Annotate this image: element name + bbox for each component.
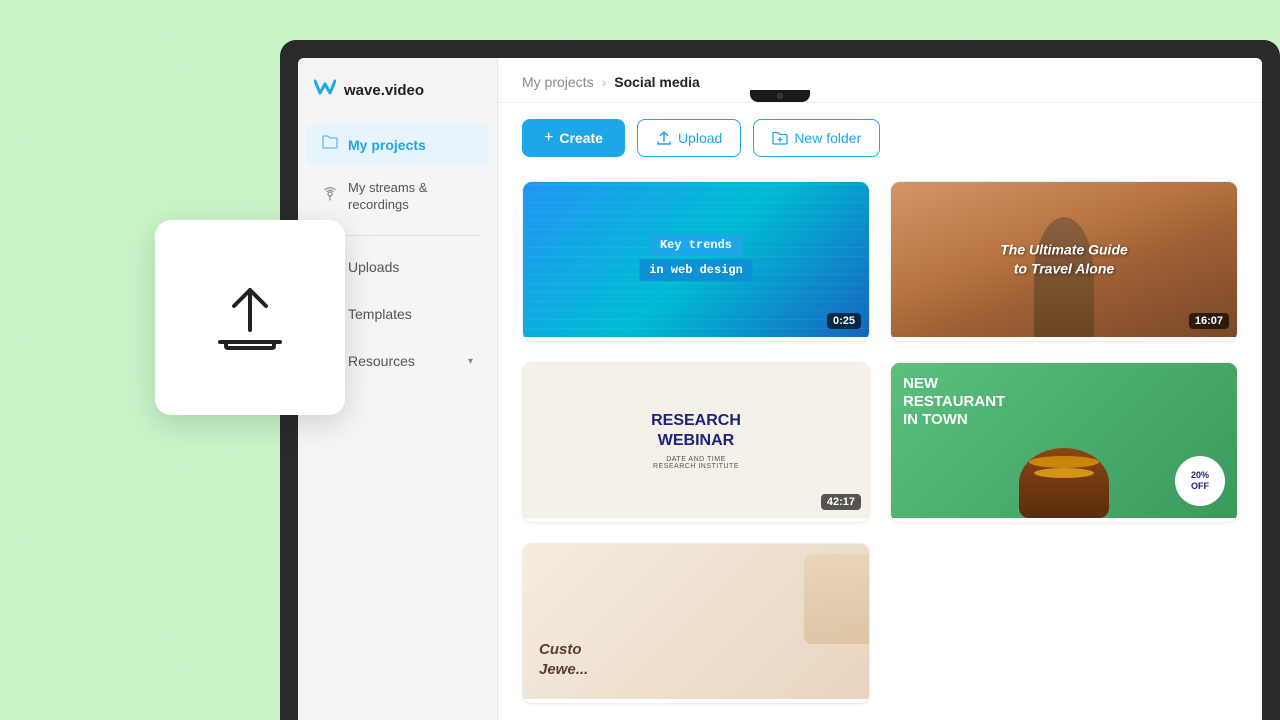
project-card-restaurant[interactable]: NEWRESTAURANTIN TOWN 20%OFF New Restaura… [890, 362, 1238, 523]
new-folder-button[interactable]: New folder [753, 119, 880, 157]
laptop-frame: wave.video My projects [280, 40, 1280, 720]
sidebar-item-resources-label: Resources [348, 353, 415, 369]
card-body-jewel: Custom Jewel... ••• [523, 699, 869, 704]
webdesign-line1: Key trends [650, 234, 742, 256]
sidebar-item-my-projects-label: My projects [348, 137, 426, 153]
restaurant-badge: 20%OFF [1175, 456, 1225, 506]
card-body-webinar: Webinar March 30 ••• [523, 518, 869, 523]
card-body-web-design: Web Design Trends. Blog post promotion P… [523, 337, 869, 342]
create-label: Create [559, 130, 603, 146]
breadcrumb-separator: › [602, 74, 607, 90]
webinar-content: RESEARCHWEBINAR DATE AND TIMERESEARCH IN… [641, 401, 751, 479]
webinar-subtitle: DATE AND TIMERESEARCH INSTITUTE [651, 456, 741, 470]
webdesign-line2: in web design [639, 259, 753, 281]
webdesign-overlay-text: Key trends in web design [610, 234, 783, 281]
breadcrumb-current: Social media [614, 74, 700, 90]
upload-icon-large [210, 278, 290, 358]
logo-text: wave.video [344, 82, 424, 99]
travel-text-overlay: The Ultimate Guideto Travel Alone [1000, 240, 1128, 279]
duration-badge-web-design: 0:25 [827, 313, 861, 329]
duration-badge-webinar: 42:17 [821, 494, 861, 510]
logo-icon [314, 78, 336, 102]
projects-grid: Key trends in web design 0:25 Web Design… [498, 173, 1262, 720]
duration-badge-travel: 16:07 [1189, 313, 1229, 329]
restaurant-text-area: NEWRESTAURANTIN TOWN [903, 375, 1005, 429]
laptop-screen: wave.video My projects [298, 58, 1262, 720]
webinar-title: RESEARCHWEBINAR [651, 411, 741, 449]
card-thumbnail-web-design: Key trends in web design 0:25 [523, 182, 869, 337]
project-card-jewel[interactable]: CustoJewe... Custom Jewel... ••• [522, 543, 870, 704]
upload-btn-icon [656, 130, 672, 146]
create-button[interactable]: + Create [522, 119, 625, 157]
card-thumbnail-webinar: RESEARCHWEBINAR DATE AND TIMERESEARCH IN… [523, 363, 869, 518]
upload-overlay [155, 220, 345, 415]
sidebar-item-my-projects[interactable]: My projects [306, 124, 489, 165]
jewel-text: CustoJewe... [539, 640, 588, 679]
new-folder-label: New folder [794, 130, 861, 146]
logo-area: wave.video [298, 58, 497, 122]
food-bowl [1019, 448, 1109, 518]
radio-icon [322, 187, 338, 206]
sidebar-item-my-streams-label: My streams & recordings [348, 180, 473, 214]
webcam [750, 90, 810, 102]
upload-label: Upload [678, 130, 722, 146]
sidebar-item-templates-label: Templates [348, 306, 412, 322]
card-body-travel: Elizabeth Williams Solo Traveller Video … [891, 337, 1237, 342]
jewel-item [804, 554, 869, 644]
sidebar-item-my-streams[interactable]: My streams & recordings [306, 169, 489, 225]
card-thumbnail-travel: The Ultimate Guideto Travel Alone 16:07 [891, 182, 1237, 337]
card-thumbnail-jewel: CustoJewe... [523, 544, 869, 699]
project-card-web-design[interactable]: Key trends in web design 0:25 Web Design… [522, 181, 870, 342]
project-card-travel[interactable]: The Ultimate Guideto Travel Alone 16:07 … [890, 181, 1238, 342]
upload-button[interactable]: Upload [637, 119, 741, 157]
toolbar: + Create Upload [498, 103, 1262, 173]
breadcrumb-parent[interactable]: My projects [522, 74, 594, 90]
sidebar-item-uploads-label: Uploads [348, 259, 399, 275]
plus-icon: + [544, 129, 553, 147]
card-thumbnail-restaurant: NEWRESTAURANTIN TOWN 20%OFF [891, 363, 1237, 518]
project-card-webinar[interactable]: RESEARCHWEBINAR DATE AND TIMERESEARCH IN… [522, 362, 870, 523]
main-content: My projects › Social media + Create Uplo… [498, 58, 1262, 720]
card-body-restaurant: New Restaurant In Town ••• [891, 518, 1237, 523]
webcam-dot [777, 93, 783, 99]
folder-plus-icon [772, 131, 788, 145]
topbar: My projects › Social media [498, 58, 1262, 103]
resources-chevron-icon: ▾ [468, 356, 473, 367]
folder-icon [322, 135, 338, 154]
